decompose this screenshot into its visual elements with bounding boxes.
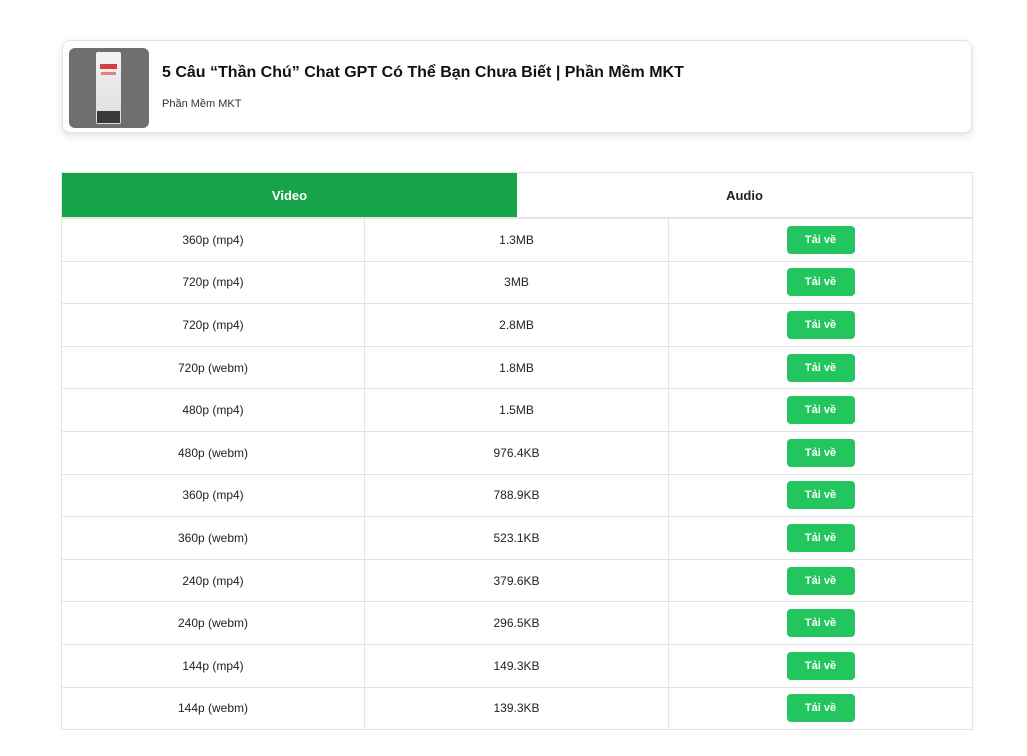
- quality-cell: 480p (webm): [61, 430, 365, 475]
- size-cell: 296.5KB: [364, 601, 669, 645]
- download-button[interactable]: Tải về: [786, 694, 855, 723]
- action-cell: Tải về: [668, 260, 973, 305]
- size-cell: 2.8MB: [364, 303, 669, 347]
- table-row: 480p (webm) 976.4KB Tải về: [61, 430, 973, 475]
- action-cell: Tải về: [668, 388, 973, 432]
- table-row: 360p (webm) 523.1KB Tải về: [61, 516, 973, 560]
- action-cell: Tải về: [668, 686, 973, 731]
- video-info-card: 5 Câu “Thần Chú” Chat GPT Có Thể Bạn Chư…: [62, 40, 972, 133]
- video-title: 5 Câu “Thần Chú” Chat GPT Có Thể Bạn Chư…: [162, 64, 684, 81]
- size-cell: 149.3KB: [364, 643, 669, 688]
- size-cell: 1.8MB: [364, 345, 669, 390]
- format-tabs: Video Audio: [61, 172, 973, 218]
- table-row: 720p (mp4) 3MB Tải về: [61, 260, 973, 305]
- quality-cell: 720p (mp4): [61, 260, 365, 305]
- action-cell: Tải về: [668, 473, 973, 518]
- quality-cell: 360p (mp4): [61, 218, 365, 262]
- quality-cell: 144p (webm): [61, 686, 365, 731]
- download-button[interactable]: Tải về: [786, 609, 855, 638]
- table-row: 240p (webm) 296.5KB Tải về: [61, 601, 973, 645]
- table-row: 144p (webm) 139.3KB Tải về: [61, 686, 973, 731]
- tab-audio[interactable]: Audio: [517, 173, 972, 217]
- quality-cell: 360p (webm): [61, 516, 365, 560]
- channel-name: Phần Mềm MKT: [162, 98, 242, 110]
- table-row: 360p (mp4) 1.3MB Tải về: [61, 218, 973, 262]
- tab-video[interactable]: Video: [62, 173, 517, 217]
- table-row: 480p (mp4) 1.5MB Tải về: [61, 388, 973, 432]
- size-cell: 139.3KB: [364, 686, 669, 731]
- table-row: 240p (mp4) 379.6KB Tải về: [61, 558, 973, 603]
- size-cell: 1.5MB: [364, 388, 669, 432]
- action-cell: Tải về: [668, 643, 973, 688]
- download-table: 360p (mp4) 1.3MB Tải về 720p (mp4) 3MB Tải về…: [61, 218, 973, 731]
- quality-cell: 720p (webm): [61, 345, 365, 390]
- download-button[interactable]: Tải về: [786, 268, 855, 297]
- download-button[interactable]: Tải về: [786, 438, 855, 467]
- action-cell: Tải về: [668, 303, 973, 347]
- size-cell: 379.6KB: [364, 558, 669, 603]
- table-row: 720p (webm) 1.8MB Tải về: [61, 345, 973, 390]
- video-thumbnail: [69, 48, 149, 128]
- quality-cell: 240p (mp4): [61, 558, 365, 603]
- action-cell: Tải về: [668, 345, 973, 390]
- download-button[interactable]: Tải về: [786, 353, 855, 382]
- quality-cell: 240p (webm): [61, 601, 365, 645]
- size-cell: 523.1KB: [364, 516, 669, 560]
- download-button[interactable]: Tải về: [786, 566, 855, 595]
- size-cell: 3MB: [364, 260, 669, 305]
- size-cell: 1.3MB: [364, 218, 669, 262]
- download-button[interactable]: Tải về: [786, 225, 855, 254]
- quality-cell: 144p (mp4): [61, 643, 365, 688]
- action-cell: Tải về: [668, 430, 973, 475]
- size-cell: 976.4KB: [364, 430, 669, 475]
- download-button[interactable]: Tải về: [786, 310, 855, 339]
- table-row: 144p (mp4) 149.3KB Tải về: [61, 643, 973, 688]
- table-row: 360p (mp4) 788.9KB Tải về: [61, 473, 973, 518]
- quality-cell: 720p (mp4): [61, 303, 365, 347]
- action-cell: Tải về: [668, 516, 973, 560]
- table-row: 720p (mp4) 2.8MB Tải về: [61, 303, 973, 347]
- download-button[interactable]: Tải về: [786, 396, 855, 425]
- download-button[interactable]: Tải về: [786, 481, 855, 510]
- download-button[interactable]: Tải về: [786, 523, 855, 552]
- quality-cell: 480p (mp4): [61, 388, 365, 432]
- action-cell: Tải về: [668, 601, 973, 645]
- action-cell: Tải về: [668, 558, 973, 603]
- size-cell: 788.9KB: [364, 473, 669, 518]
- action-cell: Tải về: [668, 218, 973, 262]
- download-button[interactable]: Tải về: [786, 651, 855, 680]
- quality-cell: 360p (mp4): [61, 473, 365, 518]
